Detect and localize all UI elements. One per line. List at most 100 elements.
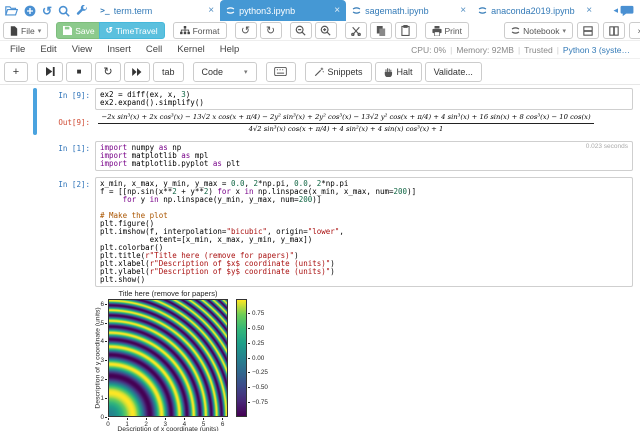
code-editor[interactable]: x_min, x_max, y_min, y_max = 0.0, 2*np.p… xyxy=(100,180,628,284)
undo-button[interactable]: ↺ xyxy=(235,22,257,39)
y-tick-mark xyxy=(105,417,107,418)
redo-button[interactable]: ↻ xyxy=(260,22,282,39)
keyboard-icon xyxy=(274,67,287,76)
print-button[interactable]: Print xyxy=(425,22,469,39)
wrench-icon[interactable] xyxy=(76,5,88,17)
code-input-box[interactable]: x_min, x_max, y_min, y_max = 0.0, 2*np.p… xyxy=(95,177,633,287)
menu-file[interactable]: File xyxy=(10,44,25,55)
code-line xyxy=(100,204,628,212)
terminal-icon: >_ xyxy=(100,6,110,15)
sitemap-icon xyxy=(180,26,190,35)
colorbar-tick-mark xyxy=(248,387,250,388)
undo-icon: ↺ xyxy=(241,24,250,37)
tab-anaconda2019-ipynb[interactable]: anaconda2019.ipynb × xyxy=(472,0,598,21)
code-input-box[interactable]: 0.023 seconds import numpy as npimport m… xyxy=(95,141,633,171)
restart-icon: ↻ xyxy=(103,65,112,78)
kernel-name[interactable]: Python 3 (syste… xyxy=(563,45,630,55)
jupyter-icon xyxy=(478,6,487,15)
close-icon[interactable]: × xyxy=(586,6,592,16)
close-icon[interactable]: × xyxy=(208,6,214,16)
code-line: import matplotlib.pyplot as plt xyxy=(100,160,628,168)
timetravel-button[interactable]: ↺ TimeTravel xyxy=(99,22,165,39)
save-button[interactable]: Save xyxy=(56,22,101,39)
add-cell-button[interactable]: + xyxy=(4,62,28,82)
close-editor-button[interactable]: × xyxy=(629,22,640,39)
y-tick-label: 3 xyxy=(97,357,104,364)
caret-down-icon: ▾ xyxy=(38,27,42,35)
menu-cell[interactable]: Cell xyxy=(146,44,162,55)
validate-button[interactable]: Validate... xyxy=(425,62,482,82)
zoom-in-button[interactable] xyxy=(315,22,337,39)
y-tick-mark xyxy=(105,323,107,324)
file-menu-button[interactable]: File ▾ xyxy=(3,22,48,39)
x-tick-label: 5 xyxy=(198,421,208,428)
format-button[interactable]: Format xyxy=(173,22,227,39)
keyboard-shortcuts-button[interactable] xyxy=(266,62,296,82)
menu-insert[interactable]: Insert xyxy=(107,44,131,55)
y-tick-label: 2 xyxy=(97,376,104,383)
chat-icon[interactable] xyxy=(620,5,634,17)
split-horizontal-icon xyxy=(583,26,593,36)
project-action-icons: ↺ xyxy=(0,0,94,21)
run-cell-button[interactable] xyxy=(37,62,63,82)
menu-kernel[interactable]: Kernel xyxy=(177,44,204,55)
x-tick-label: 4 xyxy=(179,421,189,428)
math-output: −2x sin³(x) + 2x cos³(x) − 13√2 x cos(x … xyxy=(92,110,640,135)
code-editor[interactable]: ex2 = diff(ex, x, 3)ex2.expand().simplif… xyxy=(100,91,628,107)
menu-help[interactable]: Help xyxy=(220,44,240,55)
save-icon xyxy=(63,26,72,35)
x-tick-label: 6 xyxy=(218,421,228,428)
code-line: for y in np.linspace(y_min, y_max, num=2… xyxy=(100,196,628,204)
close-icon[interactable]: × xyxy=(334,6,340,16)
colorbar-tick-mark xyxy=(248,313,250,314)
caret-down-icon: ▾ xyxy=(244,68,248,76)
tab-python3-ipynb[interactable]: python3.ipynb × xyxy=(220,0,346,21)
new-file-icon[interactable] xyxy=(24,5,36,17)
split-horizontal-button[interactable] xyxy=(577,22,599,39)
zoom-out-button[interactable] xyxy=(290,22,312,39)
code-input-box[interactable]: ex2 = diff(ex, x, 3)ex2.expand().simplif… xyxy=(95,88,633,110)
x-tick-label: 1 xyxy=(122,421,132,428)
colorbar-tick-label: −0.25 xyxy=(252,369,268,376)
selected-cell-indicator xyxy=(33,88,37,135)
halt-button[interactable]: Halt xyxy=(375,62,422,82)
tab-term-term[interactable]: >_ term.term × xyxy=(94,0,220,21)
caret-down-icon: ▾ xyxy=(562,27,566,35)
matplotlib-figure: Title here (remove for papers) Descripti… xyxy=(95,289,345,431)
open-folder-icon[interactable] xyxy=(5,5,18,16)
hand-stop-icon xyxy=(384,67,393,77)
cell-type-select[interactable]: Code ▾ xyxy=(193,62,257,82)
tab-sagemath-ipynb[interactable]: sagemath.ipynb × xyxy=(346,0,472,21)
code-line: plt.ylabel(r"Description of $y$ coordina… xyxy=(100,268,628,276)
search-icon[interactable] xyxy=(58,5,70,17)
tab-complete-button[interactable]: tab xyxy=(153,62,184,82)
cell-in9: In [9]: ex2 = diff(ex, x, 3)ex2.expand()… xyxy=(0,88,640,135)
copy-button[interactable] xyxy=(370,22,392,39)
stop-icon: ■ xyxy=(77,67,82,76)
cpu-usage: CPU: 0% xyxy=(411,45,446,55)
jupyter-icon xyxy=(352,6,361,15)
history-icon[interactable]: ↺ xyxy=(42,4,52,18)
stop-button[interactable]: ■ xyxy=(66,62,92,82)
run-all-button[interactable] xyxy=(124,62,150,82)
tab-label: anaconda2019.ipynb xyxy=(491,6,582,16)
restart-kernel-button[interactable]: ↻ xyxy=(95,62,121,82)
paste-button[interactable] xyxy=(395,22,417,39)
menu-edit[interactable]: Edit xyxy=(40,44,56,55)
cut-button[interactable] xyxy=(345,22,367,39)
split-vertical-button[interactable] xyxy=(603,22,625,39)
colorbar-tick-label: 0.50 xyxy=(252,325,264,332)
code-line: ex2.expand().simplify() xyxy=(100,99,628,107)
menu-view[interactable]: View xyxy=(72,44,92,55)
code-editor[interactable]: import numpy as npimport matplotlib as m… xyxy=(100,144,628,168)
colorbar-canvas xyxy=(237,300,246,416)
output-prompt: Out[9]: xyxy=(0,110,92,127)
plot-axes xyxy=(108,299,228,417)
snippets-button[interactable]: Snippets xyxy=(305,62,372,82)
notebook-view-dropdown[interactable]: Notebook ▾ xyxy=(504,22,573,39)
chat-collapse-caret-icon[interactable]: ◂ xyxy=(613,5,618,16)
tab-label: term.term xyxy=(114,6,205,16)
y-tick-label: 4 xyxy=(97,338,104,345)
notebook-area: In [9]: ex2 = diff(ex, x, 3)ex2.expand()… xyxy=(0,85,640,431)
close-icon[interactable]: × xyxy=(460,6,466,16)
